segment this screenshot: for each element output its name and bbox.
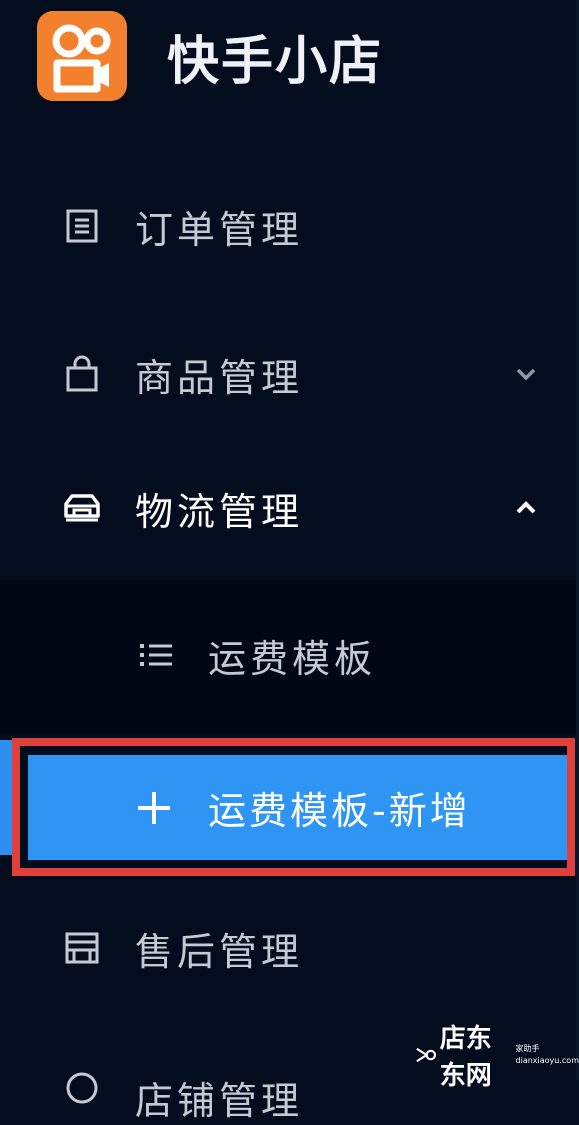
- highlight-frame: [12, 738, 575, 876]
- sidebar: 快手小店 订单管理 商品管理 物流管理 运费模板 运费模板-新增 售后管理 店铺…: [0, 0, 579, 1123]
- storefront-icon: [60, 926, 104, 970]
- sidebar-item-label: 售后管理: [135, 929, 304, 974]
- list-document-icon: [60, 204, 104, 248]
- brand[interactable]: 快手小店: [37, 11, 383, 101]
- brand-title: 快手小店: [167, 31, 384, 92]
- watermark-side-bottom: dianxiaoyu.com: [515, 1056, 579, 1065]
- kuaishou-logo: [37, 11, 127, 101]
- watermark-side: 家助手 dianxiaoyu.com: [516, 1043, 579, 1067]
- circle-icon: [60, 1066, 104, 1110]
- sidebar-item-label: 订单管理: [135, 207, 304, 252]
- chevron-up-icon[interactable]: [508, 490, 544, 526]
- watermark-text: 店东东网: [439, 1024, 492, 1091]
- sidebar-item-label: 店铺管理: [135, 1079, 304, 1123]
- sidebar-item-orders[interactable]: 订单管理: [0, 186, 579, 266]
- sidebar-item-label: 商品管理: [135, 355, 304, 400]
- watermark-logo-icon: [416, 1047, 437, 1063]
- submenu-item-freight-template[interactable]: 运费模板: [0, 615, 579, 695]
- list-icon: [132, 631, 180, 679]
- chevron-down-icon[interactable]: [508, 356, 544, 392]
- active-indicator: [0, 740, 12, 855]
- truck-icon: [60, 486, 104, 530]
- sidebar-item-logistics[interactable]: 物流管理: [0, 468, 579, 548]
- watermark-side-top: 家助手: [515, 1044, 540, 1053]
- shopping-bag-icon: [60, 352, 104, 396]
- submenu-item-label: 运费模板: [208, 636, 377, 681]
- sidebar-item-aftersale[interactable]: 售后管理: [0, 908, 579, 988]
- sidebar-item-goods[interactable]: 商品管理: [0, 334, 579, 414]
- sidebar-item-label: 物流管理: [135, 489, 304, 534]
- sidebar-item-partial[interactable]: 店铺管理: [0, 1050, 420, 1123]
- watermark: 店东东网 家助手 dianxiaoyu.com: [414, 1024, 579, 1091]
